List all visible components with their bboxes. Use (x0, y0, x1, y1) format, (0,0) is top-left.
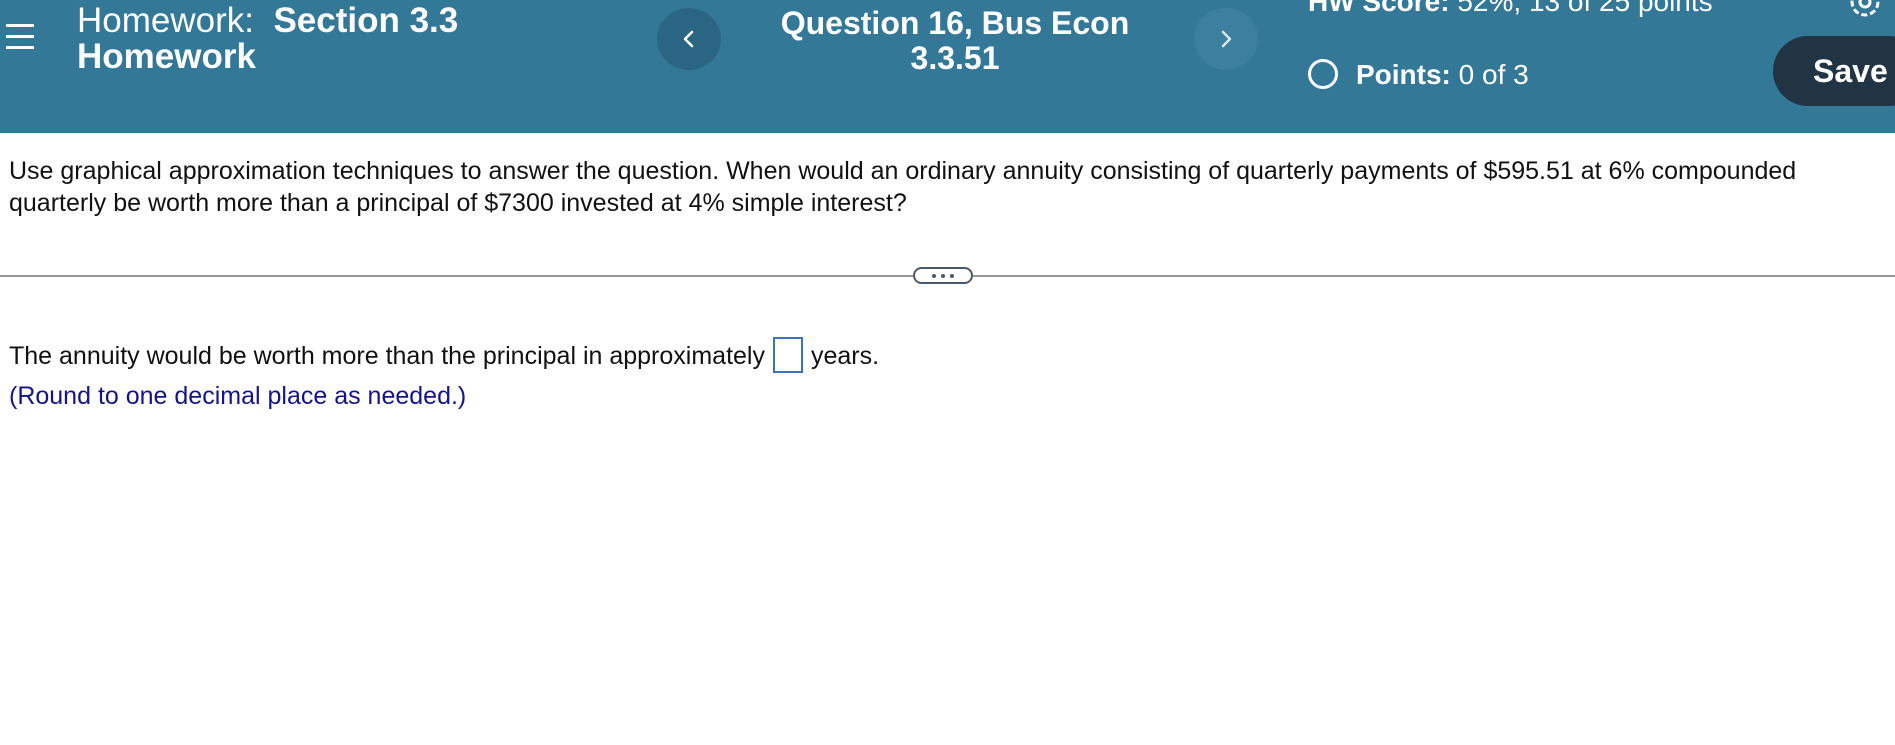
answer-prefix: The annuity would be worth more than the… (9, 342, 765, 370)
homework-prefix: Homework: (77, 1, 254, 40)
hw-score-label: HW Score: (1308, 0, 1450, 17)
save-button[interactable]: Save (1773, 36, 1895, 106)
question-title: Question 16, Bus Econ 3.3.51 (780, 5, 1130, 76)
hw-score: HW Score: 52%, 13 of 25 points (1308, 0, 1713, 20)
homework-title: Homework: Section 3.3 Homework (77, 3, 597, 75)
answer-suffix: years. (810, 342, 880, 370)
question-text: Use graphical approximation techniques t… (9, 157, 1797, 217)
previous-question-button[interactable] (657, 8, 721, 70)
answer-input[interactable] (772, 337, 803, 374)
chevron-right-icon (1221, 30, 1232, 48)
points-value: 0 of 3 (1458, 59, 1529, 90)
next-question-button[interactable] (1194, 8, 1258, 70)
chevron-left-icon (683, 30, 694, 48)
answer-line: The annuity would be worth more than the… (9, 337, 880, 375)
menu-icon[interactable] (4, 20, 34, 54)
circle-icon (1308, 58, 1338, 89)
points-label: Points: (1356, 59, 1451, 90)
expand-question-button[interactable] (913, 267, 973, 284)
hw-score-value: 52%, 13 of 25 points (1457, 0, 1713, 17)
more-dots-icon (932, 273, 936, 278)
gear-icon[interactable] (1845, 0, 1885, 22)
points-status: Points: 0 of 3 (1308, 57, 1529, 93)
rounding-hint: (Round to one decimal place as needed.) (9, 382, 467, 410)
header-bar: Homework: Section 3.3 Homework Question … (0, 0, 1895, 133)
